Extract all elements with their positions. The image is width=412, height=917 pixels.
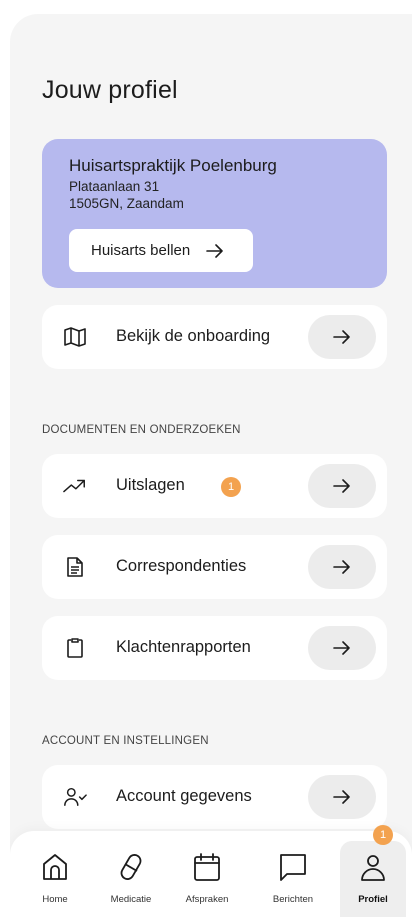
profile-badge: 1 xyxy=(373,825,393,845)
user-icon xyxy=(356,850,390,884)
arrow-right-icon[interactable] xyxy=(308,775,376,819)
page-title: Jouw profiel xyxy=(42,76,178,104)
home-icon xyxy=(38,850,72,884)
practice-address-city: 1505GN, Zaandam xyxy=(69,196,184,211)
user-check-icon xyxy=(63,785,87,809)
tab-messages-label: Berichten xyxy=(272,894,314,905)
tab-home[interactable]: Home xyxy=(22,831,88,917)
calendar-icon xyxy=(190,850,224,884)
tab-profile[interactable]: 1 Profiel xyxy=(340,825,406,917)
document-icon xyxy=(63,555,87,579)
trending-up-icon xyxy=(63,474,87,498)
arrow-right-icon[interactable] xyxy=(308,464,376,508)
arrow-right-icon[interactable] xyxy=(308,545,376,589)
tab-messages[interactable]: Berichten xyxy=(260,831,326,917)
tab-appointments-label: Afspraken xyxy=(185,894,229,905)
tab-medication-label: Medicatie xyxy=(110,894,152,905)
complaints-label: Klachtenrapporten xyxy=(116,638,251,656)
tab-appointments[interactable]: Afspraken xyxy=(174,831,240,917)
documents-section-title: DOCUMENTEN EN ONDERZOEKEN xyxy=(42,424,241,436)
onboarding-row[interactable]: Bekijk de onboarding xyxy=(42,305,387,369)
arrow-right-icon[interactable] xyxy=(308,626,376,670)
complaints-row[interactable]: Klachtenrapporten xyxy=(42,616,387,680)
results-label: Uitslagen xyxy=(116,476,185,494)
correspondence-label: Correspondenties xyxy=(116,557,247,575)
correspondence-row[interactable]: Correspondenties xyxy=(42,535,387,599)
message-icon xyxy=(276,850,310,884)
tab-medication[interactable]: Medicatie xyxy=(98,831,164,917)
results-badge: 1 xyxy=(221,477,241,497)
call-doctor-label: Huisarts bellen xyxy=(91,242,191,259)
arrow-right-icon xyxy=(206,243,224,258)
account-details-row[interactable]: Account gegevens xyxy=(42,765,387,829)
tab-home-label: Home xyxy=(42,894,68,905)
pill-icon xyxy=(114,850,148,884)
practice-name: Huisartspraktijk Poelenburg xyxy=(69,156,277,175)
account-details-label: Account gegevens xyxy=(116,787,252,805)
onboarding-label: Bekijk de onboarding xyxy=(116,327,271,345)
clipboard-icon xyxy=(63,636,87,660)
results-row[interactable]: Uitslagen 1 xyxy=(42,454,387,518)
arrow-right-icon[interactable] xyxy=(308,315,376,359)
call-doctor-button[interactable]: Huisarts bellen xyxy=(69,229,253,272)
tab-profile-label: Profiel xyxy=(358,894,388,905)
map-icon xyxy=(63,325,87,349)
practice-address-street: Plataanlaan 31 xyxy=(69,179,160,194)
bottom-tab-bar: Home Medicatie Afspraken Berichten 1 Pro… xyxy=(10,825,412,917)
app-screen: Jouw profiel Huisartspraktijk Poelenburg… xyxy=(10,14,412,917)
account-section-title: ACCOUNT EN INSTELLINGEN xyxy=(42,735,209,747)
practice-card: Huisartspraktijk Poelenburg Plataanlaan … xyxy=(42,139,387,288)
